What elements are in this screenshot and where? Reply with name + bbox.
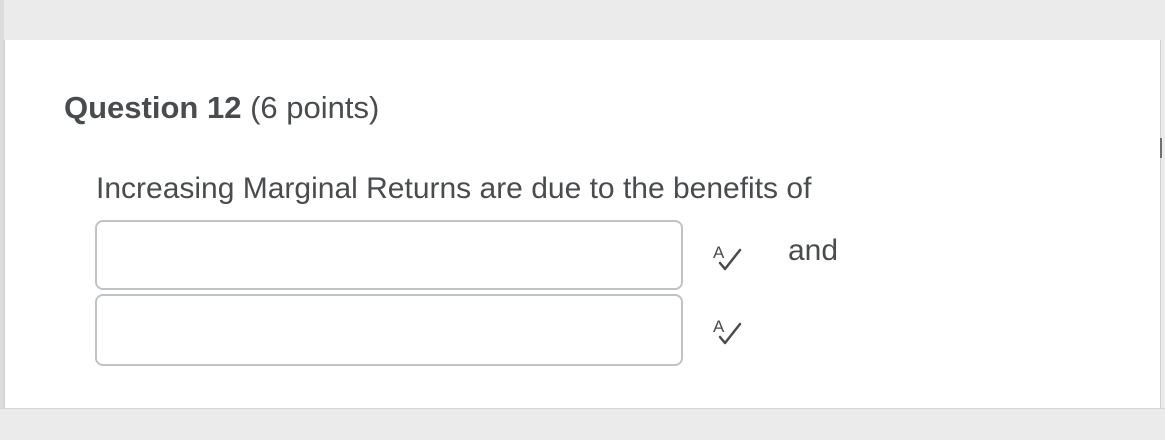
fill-in-blank-2-input[interactable] bbox=[95, 294, 683, 366]
spell-check-icon[interactable]: A bbox=[710, 240, 746, 272]
question-number: Question 12 bbox=[64, 90, 242, 125]
bottom-background-band bbox=[0, 408, 1165, 440]
svg-text:A: A bbox=[713, 317, 725, 336]
spell-check-icon[interactable]: A bbox=[710, 314, 746, 346]
question-header: Question 12 (6 points) bbox=[64, 90, 379, 126]
fill-in-blank-1-input[interactable] bbox=[95, 220, 683, 290]
scrollbar-marker bbox=[1160, 138, 1162, 158]
question-points: (6 points) bbox=[250, 90, 380, 125]
question-prompt: Increasing Marginal Returns are due to t… bbox=[96, 172, 812, 205]
blank-joiner-text: and bbox=[788, 234, 839, 267]
svg-text:A: A bbox=[713, 243, 725, 262]
top-background-band bbox=[0, 0, 1165, 40]
